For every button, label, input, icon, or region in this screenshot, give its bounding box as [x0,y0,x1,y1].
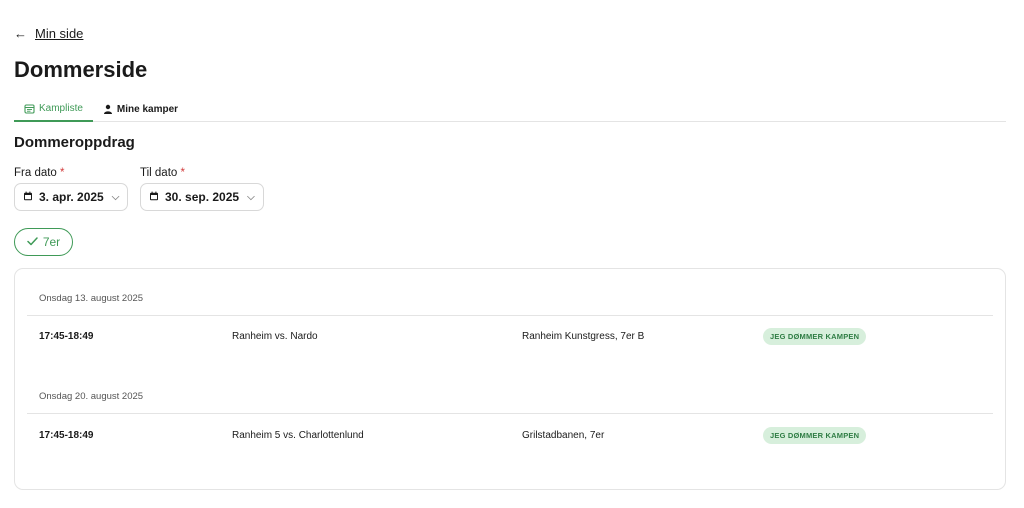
divider [27,315,993,316]
match-row[interactable]: 17:45-18:49 Ranheim 5 vs. Charlottenlund… [15,427,1005,447]
status-badge: JEG DØMMER KAMPEN [763,427,867,444]
to-date-field: Til dato * 30. sep. 2025 ⌵ [140,167,264,211]
calendar-icon [23,190,33,204]
status-badge: JEG DØMMER KAMPEN [763,328,867,345]
to-date-picker[interactable]: 30. sep. 2025 ⌵ [140,183,264,211]
day-header: Onsdag 13. august 2025 [39,293,144,304]
schedule-card: Onsdag 13. august 2025 17:45-18:49 Ranhe… [14,268,1006,490]
arrow-left-icon: ← [14,26,27,41]
calendar-icon [24,103,35,114]
tab-bar: Kampliste Mine kamper [14,96,1006,122]
match-teams: Ranheim 5 vs. Charlottenlund [232,430,364,441]
from-date-picker[interactable]: 3. apr. 2025 ⌵ [14,183,129,211]
from-date-label: Fra dato [14,167,57,179]
check-icon [27,235,38,249]
match-row[interactable]: 17:45-18:49 Ranheim vs. Nardo Ranheim Ku… [15,328,1005,348]
filter-chip-7er[interactable]: 7er [14,228,73,256]
back-link[interactable]: ← Min side [14,26,83,41]
divider [27,413,993,414]
tab-mine-kamper[interactable]: Mine kamper [93,96,188,122]
to-date-value: 30. sep. 2025 [165,190,240,204]
chevron-down-icon: ⌵ [111,191,120,203]
match-venue: Grilstadbanen, 7er [522,430,605,441]
required-mark: * [60,167,65,179]
tab-kampliste-label: Kampliste [39,102,83,114]
person-icon [103,104,113,114]
filter-chip-label: 7er [42,235,61,249]
back-link-label: Min side [35,26,84,41]
day-header: Onsdag 20. august 2025 [39,391,144,402]
section-title: Dommeroppdrag [14,134,135,151]
from-date-value: 3. apr. 2025 [39,190,104,204]
tab-mine-kamper-label: Mine kamper [116,103,179,115]
from-date-field: Fra dato * 3. apr. 2025 ⌵ [14,167,129,211]
match-teams: Ranheim vs. Nardo [232,331,318,342]
match-venue: Ranheim Kunstgress, 7er B [522,331,645,342]
required-mark: * [180,167,185,179]
tab-kampliste[interactable]: Kampliste [14,96,93,122]
to-date-label: Til dato [140,167,178,179]
match-time: 17:45-18:49 [39,430,94,441]
match-time: 17:45-18:49 [39,331,94,342]
page-title: Dommerside [14,57,148,82]
calendar-icon [149,190,159,204]
chevron-down-icon: ⌵ [247,191,255,203]
